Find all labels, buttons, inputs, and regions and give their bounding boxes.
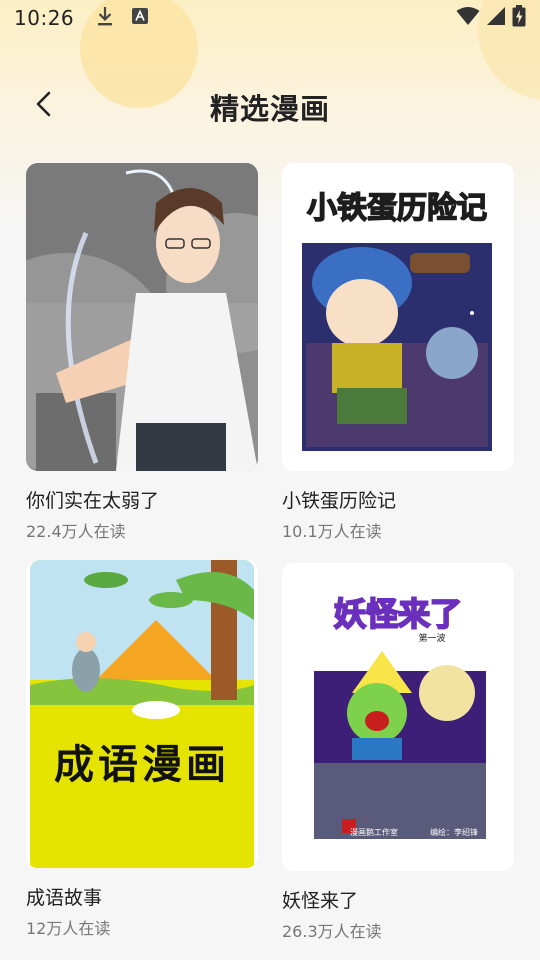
comic-card[interactable]: 妖怪来了 第一波 漫画鹅工作室 编绘：李绍锋 妖怪来了 26.3万人在读 [282, 563, 514, 942]
wifi-icon [456, 6, 480, 30]
cover-title-text: 成语漫画 [54, 741, 230, 788]
comic-cover[interactable] [26, 163, 258, 471]
comic-readers: 10.1万人在读 [282, 522, 382, 541]
cover-studio-text: 漫画鹅工作室 [350, 827, 398, 837]
battery-charging-icon [512, 5, 526, 31]
signal-icon [486, 6, 506, 30]
comic-title[interactable]: 妖怪来了 [282, 886, 514, 913]
comic-card[interactable]: 小铁蛋历险记 小铁蛋历险记 10.1万人在读 [282, 163, 514, 542]
cover-subtitle-text: 第一波 [418, 632, 445, 644]
comic-readers: 12万人在读 [26, 919, 111, 938]
comic-cover[interactable]: 小铁蛋历险记 [282, 163, 514, 471]
comic-card[interactable]: 你们实在太弱了 22.4万人在读 [26, 163, 258, 542]
comic-title[interactable]: 成语故事 [26, 883, 258, 910]
cover-title-text: 小铁蛋历险记 [307, 191, 487, 226]
download-icon [96, 5, 114, 31]
comic-cover[interactable]: 成语漫画 [26, 560, 258, 868]
comic-card[interactable]: 成语漫画 成语故事 12万人在读 [26, 560, 258, 939]
font-icon [132, 8, 149, 28]
cover-title-text: 妖怪来了 [334, 595, 462, 633]
status-time: 10:26 [14, 6, 75, 30]
comic-readers: 22.4万人在读 [26, 522, 126, 541]
comic-title[interactable]: 小铁蛋历险记 [282, 486, 514, 513]
page-title: 精选漫画 [209, 92, 330, 126]
cover-author-text: 编绘：李绍锋 [430, 827, 478, 837]
status-bar: 10:26 [0, 0, 540, 36]
comic-readers: 26.3万人在读 [282, 922, 382, 941]
comic-title[interactable]: 你们实在太弱了 [26, 486, 258, 513]
comic-cover[interactable]: 妖怪来了 第一波 漫画鹅工作室 编绘：李绍锋 [282, 563, 514, 871]
top-app-bar: 精选漫画 [0, 72, 540, 140]
